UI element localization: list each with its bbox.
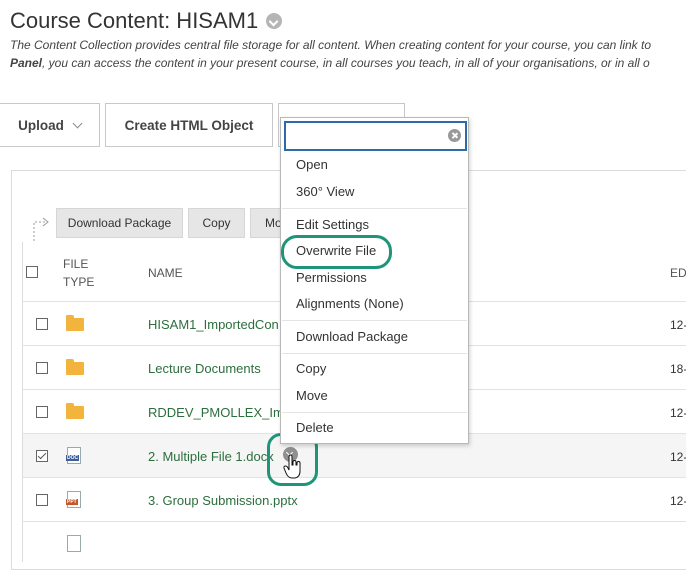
callout-highlight-overwrite-file [281, 235, 392, 269]
file-type-badge: DOC [66, 455, 80, 461]
panel-bold-text: Panel [10, 56, 43, 70]
date-column-header[interactable]: ED [670, 266, 686, 280]
download-package-button[interactable]: Download Package [56, 208, 183, 238]
menu-item-alignments[interactable]: Alignments (None) [296, 296, 404, 311]
upload-button[interactable]: Upload [0, 103, 100, 147]
create-html-object-button[interactable]: Create HTML Object [105, 103, 273, 147]
menu-search-input[interactable] [284, 121, 467, 151]
folder-icon [66, 359, 84, 375]
menu-item-delete[interactable]: Delete [296, 420, 334, 435]
menu-item-move[interactable]: Move [296, 388, 328, 403]
chevron-down-icon[interactable] [266, 13, 283, 29]
copy-button[interactable]: Copy [188, 208, 245, 238]
clear-search-icon[interactable] [448, 129, 461, 142]
row-date: 18- [670, 362, 686, 376]
file-type-badge: PPT [66, 499, 78, 505]
file-type-header-line-1: FILE [63, 257, 89, 271]
menu-separator [282, 412, 467, 413]
folder-icon [66, 403, 84, 419]
file-icon [67, 535, 81, 552]
menu-item-copy[interactable]: Copy [296, 361, 326, 376]
menu-separator [282, 208, 467, 209]
create-html-object-label: Create HTML Object [124, 117, 254, 133]
menu-item-edit-settings[interactable]: Edit Settings [296, 217, 369, 232]
menu-item-download-package[interactable]: Download Package [296, 329, 408, 344]
row-name-link[interactable]: HISAM1_ImportedCon [148, 317, 279, 332]
row-name-link[interactable]: 3. Group Submission.pptx [148, 493, 298, 508]
download-package-label: Download Package [67, 216, 172, 230]
row-date: 12- [670, 450, 686, 464]
page-description-line-1: The Content Collection provides central … [10, 38, 652, 52]
row-date: 12- [670, 406, 686, 420]
file-type-column-header[interactable]: FILE TYPE [63, 257, 94, 289]
hand-cursor-icon [283, 454, 301, 479]
chevron-down-icon [72, 118, 83, 128]
row-checkbox[interactable] [36, 406, 48, 418]
page-title: Course Content: HISAM1 [10, 8, 283, 34]
row-date: 12- [670, 494, 686, 508]
pptx-file-icon: PPT [66, 491, 81, 508]
row-name-link[interactable]: Lecture Documents [148, 361, 261, 376]
row-checkbox[interactable] [36, 318, 48, 330]
row-date: 12- [670, 318, 686, 332]
menu-item-360-view[interactable]: 360° View [296, 184, 354, 199]
menu-item-permissions[interactable]: Permissions [296, 270, 367, 285]
name-column-header[interactable]: NAME [148, 266, 183, 280]
page-title-text: Course Content: HISAM1 [10, 8, 259, 33]
menu-separator [282, 320, 467, 321]
row-checkbox[interactable] [36, 362, 48, 374]
page-description-line-2: Panel, you can access the content in you… [10, 56, 650, 70]
row-name-link[interactable]: RDDEV_PMOLLEX_Imp [148, 405, 291, 420]
upload-button-label: Upload [18, 117, 64, 133]
row-name-link[interactable]: 2. Multiple File 1.docx [148, 449, 274, 464]
row-divider [22, 477, 686, 478]
menu-item-open[interactable]: Open [296, 157, 328, 172]
file-type-header-line-2: TYPE [63, 275, 95, 289]
copy-label: Copy [202, 216, 231, 230]
select-all-arrow-icon [33, 217, 49, 241]
select-all-checkbox[interactable] [26, 266, 38, 278]
menu-separator [282, 353, 467, 354]
docx-file-icon: DOC [66, 447, 81, 464]
row-divider [22, 521, 686, 522]
row-checkbox[interactable] [36, 494, 48, 506]
folder-icon [66, 315, 84, 331]
page-description-rest: , you can access the content in your pre… [42, 56, 650, 70]
row-checkbox[interactable] [36, 450, 48, 462]
